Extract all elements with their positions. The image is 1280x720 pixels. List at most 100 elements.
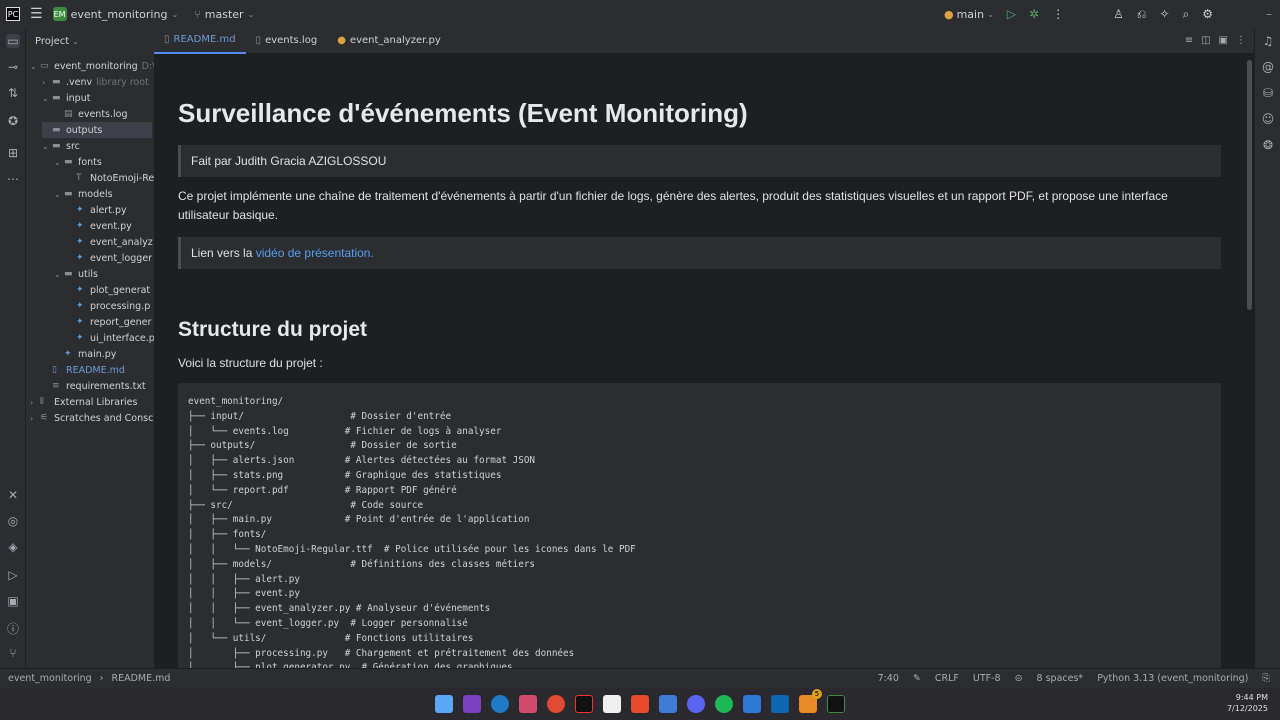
tree-item[interactable]: ✦ report_gener [66,314,151,330]
chevron-down-icon[interactable]: ⌄ [30,62,40,71]
run-icon[interactable]: ▷ [1007,7,1016,21]
plugins-icon[interactable]: ✪ [6,114,20,128]
file-encoding[interactable]: UTF-8 [973,673,1001,684]
tree-item[interactable]: › ⫴ External Libraries [30,394,137,410]
tree-item[interactable]: ✦ event_analyz [66,234,153,250]
tree-item[interactable]: ✦ plot_generat [66,282,150,298]
video-link[interactable]: vidéo de présentation. [256,246,374,260]
ai-chat-icon[interactable]: @ [1261,60,1275,74]
tree-item[interactable]: ▯ README.md [42,362,125,378]
project-pane-header[interactable]: Project ⌄ [26,28,154,54]
pycharm-taskbar-icon[interactable] [827,695,845,713]
project-switcher[interactable]: EM event_monitoring ⌄ [52,7,178,21]
chevron-right-icon[interactable]: › [30,414,40,423]
tree-item[interactable]: T NotoEmoji-Re [66,170,154,186]
onenote-icon[interactable] [463,695,481,713]
jetbrains-icon[interactable] [575,695,593,713]
breadcrumb-project[interactable]: event_monitoring [8,673,92,684]
system-clock[interactable]: 9:44 PM 7/12/2025 [1227,692,1268,714]
chevron-down-icon[interactable]: ⌄ [54,190,64,199]
tree-item[interactable]: ✦ event_logger [66,250,152,266]
pull-requests-icon[interactable]: ⇅ [6,86,20,100]
database-icon[interactable]: ⛁ [1261,86,1275,100]
discord-icon[interactable] [687,695,705,713]
tree-item[interactable]: ✦ ui_interface.p [66,330,154,346]
readonly-toggle-icon[interactable]: ✎ [913,673,921,684]
git-icon[interactable]: ⑂ [6,646,20,660]
app-icon[interactable] [519,695,537,713]
tree-item[interactable]: ⌄ ▬ models [54,186,113,202]
vcs-icon[interactable]: ⎌ [1137,7,1147,22]
settings-gear-icon[interactable]: ⚙ [1202,7,1213,21]
tree-item[interactable]: ✦ processing.p [66,298,150,314]
tree-item[interactable]: ▬ outputs [42,122,152,138]
commit-icon[interactable]: ⊸ [6,60,20,74]
file-explorer-icon[interactable] [743,695,761,713]
layers-icon[interactable]: ◈ [6,540,20,554]
tree-item[interactable]: ✦ main.py [54,346,116,362]
split-view-icon[interactable]: ◫ [1201,35,1210,46]
tree-item[interactable]: ⌄ ▬ utils [54,266,98,282]
build-icon[interactable]: ✕ [6,488,20,502]
indent-setting[interactable]: 8 spaces* [1037,673,1084,684]
tree-item[interactable]: ⌄ ▬ fonts [54,154,102,170]
structure-icon[interactable]: ⊞ [6,146,20,160]
notifications-bell-icon[interactable]: ♫ [1261,34,1275,48]
notepad-icon[interactable] [603,695,621,713]
python-interpreter[interactable]: Python 3.13 (event_monitoring) [1097,673,1248,684]
main-menu-icon[interactable]: ☰ [30,6,43,22]
editor-tab[interactable]: ▯ README.md [154,28,246,54]
tree-item[interactable]: ⌄▭ event_monitoringD:\... [30,58,154,74]
more-tools-icon[interactable]: ⋯ [6,172,20,186]
caret-position[interactable]: 7:40 [878,673,899,684]
chevron-down-icon[interactable]: ⌄ [54,270,64,279]
editor-tab[interactable]: ● event_analyzer.py [327,28,451,54]
terminal-icon[interactable]: ▣ [6,594,20,608]
debug-icon[interactable]: ✲ [1029,7,1039,21]
chrome-icon[interactable] [547,695,565,713]
chevron-down-icon[interactable]: ⌄ [54,158,64,167]
settings-app-icon[interactable] [659,695,677,713]
windows-start-icon[interactable] [435,695,453,713]
ai-assistant-icon[interactable]: ✧ [1159,7,1169,21]
git-client-icon[interactable] [631,695,649,713]
branch-switcher[interactable]: ⑂ master ⌄ [194,8,254,21]
tree-item[interactable]: › ⚟ Scratches and Consc [30,410,153,426]
problems-icon[interactable]: ⓘ [6,620,20,637]
chevron-down-icon[interactable]: ⌄ [42,142,52,151]
chevron-right-icon[interactable]: › [30,398,40,407]
breadcrumb-file[interactable]: README.md [111,673,170,684]
tree-item[interactable]: ⌄ ▬ src [42,138,80,154]
spotify-icon[interactable] [715,695,733,713]
editor-tab[interactable]: ▯ events.log [246,28,328,54]
vscode-icon[interactable]: 5 [799,689,822,713]
tree-item[interactable]: › ▬ .venv library root [42,74,149,90]
tree-item[interactable]: ≡ requirements.txt [42,378,146,394]
chevron-right-icon[interactable]: › [42,78,52,87]
copilot-icon[interactable]: ☺ [1261,112,1275,126]
tree-item[interactable]: ✦ event.py [66,218,132,234]
lock-icon[interactable]: ⊝ [1015,673,1023,684]
more-options-icon[interactable]: ⋮ [1236,35,1246,46]
tree-item[interactable]: ▤ events.log [54,106,128,122]
minimize-icon[interactable]: – [1266,7,1272,21]
search-icon[interactable]: ⌕ [1183,7,1190,22]
editor-only-view-icon[interactable]: ≡ [1185,35,1193,46]
python-packages-icon[interactable]: ◎ [6,514,20,528]
project-folder-icon[interactable]: ▭ [6,34,20,48]
pycharm-logo-icon[interactable]: PC [6,7,20,21]
run-config-selector[interactable]: ● main ⌄ [944,8,994,21]
preview-only-icon[interactable]: ▣ [1219,35,1228,46]
user-icon[interactable]: ♙ [1113,7,1124,21]
vcs-status-icon[interactable]: ⎘ [1262,673,1270,684]
more-actions-icon[interactable]: ⋮ [1052,7,1064,21]
services-icon[interactable]: ▷ [6,568,20,582]
chevron-down-icon[interactable]: ⌄ [42,94,52,103]
assistant-icon[interactable]: ❂ [1261,138,1275,152]
tree-item[interactable]: ⌄ ▬ input [42,90,90,106]
editor-scrollbar[interactable] [1247,60,1252,310]
trello-icon[interactable] [771,695,789,713]
tree-item[interactable]: ✦ alert.py [66,202,127,218]
line-separator[interactable]: CRLF [935,673,959,684]
edge-browser-icon[interactable] [491,695,509,713]
